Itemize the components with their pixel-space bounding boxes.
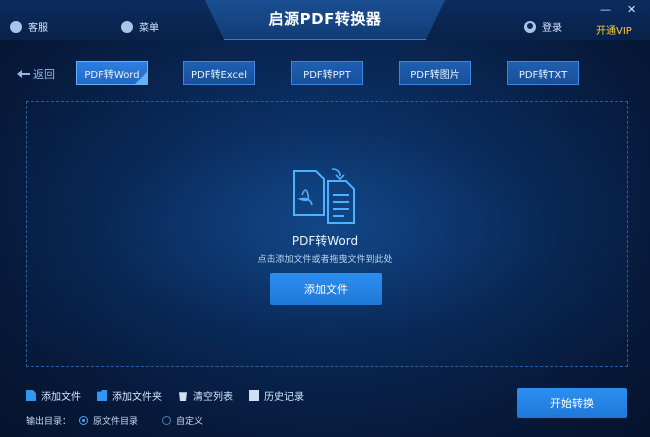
add-file-button[interactable]: 添加文件 <box>270 273 382 305</box>
close-button[interactable]: ✕ <box>627 3 636 16</box>
user-icon <box>524 20 536 33</box>
drop-zone-hint: 点击添加文件或者拖曳文件到此处 <box>257 255 393 265</box>
custom-dir-radio[interactable] <box>162 416 172 425</box>
clear-list-action[interactable]: 清空列表 <box>178 388 233 403</box>
add-folder-action[interactable]: 添加文件夹 <box>97 388 162 403</box>
custom-dir-label[interactable]: 自定义 <box>176 414 203 427</box>
vip-button[interactable]: 开通VIP <box>596 22 632 37</box>
customer-service-button[interactable]: 客服 <box>10 19 48 34</box>
tab-label: PDF转Excel <box>191 69 247 81</box>
menu-icon <box>121 20 133 33</box>
drop-zone-title: PDF转Word <box>291 234 359 248</box>
folder-plus-icon <box>97 390 107 401</box>
add-file-action-label: 添加文件 <box>41 392 81 403</box>
tab-pdf-to-word[interactable]: PDF转Word <box>76 61 148 85</box>
app-title: 启源PDF转换器 <box>268 10 382 28</box>
tab-label: PDF转TXT <box>518 69 568 81</box>
login-label: 登录 <box>542 23 562 34</box>
add-file-action[interactable]: 添加文件 <box>26 388 81 403</box>
source-dir-radio[interactable] <box>79 416 89 425</box>
tab-label: PDF转PPT <box>303 69 351 81</box>
history-action[interactable]: 历史记录 <box>249 388 304 403</box>
source-dir-label[interactable]: 原文件目录 <box>93 414 138 427</box>
add-folder-action-label: 添加文件夹 <box>112 392 162 403</box>
tab-label: PDF转图片 <box>410 69 460 81</box>
headset-icon <box>10 20 22 33</box>
trash-icon <box>179 392 187 401</box>
output-label: 输出目录： <box>26 417 72 427</box>
history-action-label: 历史记录 <box>264 392 304 403</box>
conversion-tabs: PDF转Word PDF转Excel PDF转PPT PDF转图片 PDF转TX… <box>0 61 650 85</box>
history-icon <box>249 390 259 401</box>
bottom-toolbar: 添加文件 添加文件夹 清空列表 历史记录 <box>26 388 320 403</box>
tab-pdf-to-excel[interactable]: PDF转Excel <box>183 61 255 85</box>
pdf-to-word-icon <box>293 168 355 224</box>
tab-pdf-to-image[interactable]: PDF转图片 <box>399 61 471 85</box>
tab-pdf-to-txt[interactable]: PDF转TXT <box>507 61 579 85</box>
clear-list-action-label: 清空列表 <box>193 392 233 403</box>
tab-pdf-to-ppt[interactable]: PDF转PPT <box>291 61 363 85</box>
check-corner-icon <box>135 72 147 84</box>
tab-label: PDF转Word <box>84 69 140 81</box>
menu-button[interactable]: 菜单 <box>121 19 159 34</box>
minimize-button[interactable]: — <box>600 3 611 16</box>
login-button[interactable]: 登录 <box>524 19 562 34</box>
customer-service-label: 客服 <box>28 23 48 34</box>
file-plus-icon <box>26 390 36 401</box>
start-conversion-button[interactable]: 开始转换 <box>517 388 627 418</box>
menu-label: 菜单 <box>139 23 159 34</box>
output-directory-row: 输出目录： 原文件目录 自定义 <box>26 414 203 427</box>
